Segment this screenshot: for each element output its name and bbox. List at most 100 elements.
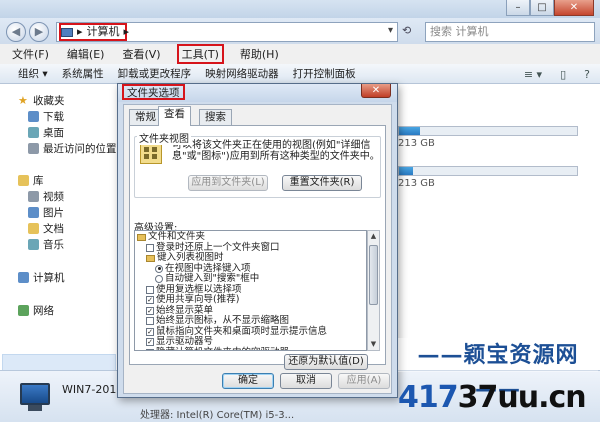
preview-pane-icon[interactable]: ▯ xyxy=(560,68,566,81)
map-network-drive-button[interactable]: 映射网络驱动器 xyxy=(205,66,279,81)
advanced-setting-row[interactable]: 自动键入到"搜索"框中 xyxy=(155,273,259,285)
desktop-icon xyxy=(28,126,39,138)
nav-pictures[interactable]: 图片 xyxy=(28,204,64,220)
checkbox[interactable] xyxy=(146,317,154,326)
address-dropdown-icon[interactable]: ▾ xyxy=(388,25,393,36)
scroll-thumb[interactable] xyxy=(369,245,378,305)
maximize-button[interactable]: □ xyxy=(530,0,554,16)
scroll-up-icon[interactable]: ▲ xyxy=(368,231,379,242)
checkbox[interactable] xyxy=(146,243,154,252)
breadcrumb-computer[interactable]: 计算机 xyxy=(87,25,120,39)
nav-music[interactable]: 音乐 xyxy=(28,236,64,252)
checkbox[interactable]: ✓ xyxy=(146,338,154,347)
nav-downloads[interactable]: 下载 xyxy=(28,108,64,124)
nav-desktop-label: 桌面 xyxy=(43,126,64,139)
minimize-button[interactable]: – xyxy=(506,0,530,16)
advanced-setting-row[interactable]: ✓ 显示驱动器号 xyxy=(146,336,214,348)
radio-button[interactable] xyxy=(155,275,163,284)
dialog-close-button[interactable]: ✕ xyxy=(361,84,391,98)
nav-favorites[interactable]: ★ 收藏夹 xyxy=(18,92,65,108)
folder-views-description: 可以将该文件夹正在使用的视图(例如"详细信息"或"图标")应用到所有这种类型的文… xyxy=(172,140,380,162)
library-icon xyxy=(18,174,29,186)
nav-recent-places[interactable]: 最近访问的位置 xyxy=(28,140,117,156)
nav-documents[interactable]: 文档 xyxy=(28,220,64,236)
restore-defaults-button[interactable]: 还原为默认值(D) xyxy=(284,354,368,370)
menu-file[interactable]: 文件(F) xyxy=(10,45,51,63)
checkbox[interactable]: ✓ xyxy=(146,327,154,336)
close-button[interactable]: ✕ xyxy=(554,0,594,16)
advanced-setting-row[interactable]: ✓ 使用共享向导(推荐) xyxy=(146,294,240,306)
organize-button[interactable]: 组织 ▾ xyxy=(18,66,48,81)
menu-tools[interactable]: 工具(T) xyxy=(176,44,224,64)
help-icon[interactable]: ? xyxy=(584,68,590,81)
advanced-setting-row[interactable]: 始终显示图标，从不显示缩略图 xyxy=(146,315,289,327)
folder-icon xyxy=(146,254,155,262)
nav-desktop[interactable]: 桌面 xyxy=(28,124,64,140)
watermark-url-part2: 37uu.cn xyxy=(457,380,587,415)
dialog-body: 常规 查看 搜索 文件夹视图 可以将该文件夹正在使用的视图(例如"详细信息"或"… xyxy=(123,104,392,394)
download-folder-icon xyxy=(28,110,39,122)
search-input[interactable]: 搜索 计算机 xyxy=(425,22,595,42)
advanced-setting-label: 使用共享向导(推荐) xyxy=(156,294,240,305)
checkbox[interactable]: ✓ xyxy=(146,306,154,315)
menu-help[interactable]: 帮助(H) xyxy=(238,45,281,63)
computer-icon xyxy=(18,271,29,283)
folder-options-dialog: 文件夹选项 ✕ 常规 查看 搜索 文件夹视图 可以将该文件夹正在使用的视图(例如… xyxy=(117,83,398,398)
breadcrumb-trailing-arrow-icon[interactable]: ▸ xyxy=(124,25,130,39)
nav-computer[interactable]: 计算机 xyxy=(18,269,65,285)
menu-edit[interactable]: 编辑(E) xyxy=(65,45,107,63)
recent-places-icon xyxy=(28,142,39,154)
drive-usage-bar-1 xyxy=(398,126,578,136)
drive-usage-bar-2 xyxy=(398,166,578,176)
advanced-settings-scrollbar[interactable]: ▲ ▼ xyxy=(367,230,380,351)
radio-button[interactable] xyxy=(155,264,163,273)
nav-computer-label: 计算机 xyxy=(33,271,65,284)
system-properties-button[interactable]: 系统属性 xyxy=(62,66,104,81)
picture-icon xyxy=(28,206,39,218)
ok-button[interactable]: 确定 xyxy=(222,373,274,389)
drive-size-1: 213 GB xyxy=(398,138,435,149)
change-view-icon[interactable]: ≡ ▾ xyxy=(524,68,542,81)
folder-icon xyxy=(137,233,146,241)
advanced-setting-label: 显示驱动器号 xyxy=(156,336,214,347)
nav-libraries[interactable]: 库 xyxy=(18,172,44,188)
nav-network-label: 网络 xyxy=(33,304,54,317)
apply-to-folders-button[interactable]: 应用到文件夹(L) xyxy=(188,175,268,191)
checkbox[interactable]: ✓ xyxy=(146,348,154,350)
checkbox[interactable]: ✓ xyxy=(146,296,154,305)
navigation-pane: ★ 收藏夹 下载 桌面 最近访问的位置 库 视频 图片 文档 音乐 计算机 网络 xyxy=(0,84,118,372)
nav-network[interactable]: 网络 xyxy=(18,302,54,318)
forward-arrow-icon[interactable]: ▶ xyxy=(29,22,49,42)
advanced-setting-row[interactable]: 文件和文件夹 xyxy=(137,231,206,243)
scroll-down-icon[interactable]: ▼ xyxy=(368,339,379,350)
address-input[interactable]: ▸ 计算机 ▸ ▾ xyxy=(56,22,398,42)
document-icon xyxy=(28,222,39,234)
video-icon xyxy=(28,190,39,202)
nav-downloads-label: 下载 xyxy=(43,110,64,123)
window-controls: – □ ✕ xyxy=(506,0,594,16)
nav-videos[interactable]: 视频 xyxy=(28,188,64,204)
back-arrow-icon[interactable]: ◀ xyxy=(6,22,26,42)
nav-pictures-label: 图片 xyxy=(43,206,64,219)
network-icon xyxy=(18,304,29,316)
open-control-panel-button[interactable]: 打开控制面板 xyxy=(293,66,356,81)
uninstall-program-button[interactable]: 卸载或更改程序 xyxy=(118,66,192,81)
nav-favorites-label: 收藏夹 xyxy=(33,94,65,107)
apply-button[interactable]: 应用(A) xyxy=(338,373,390,389)
nav-videos-label: 视频 xyxy=(43,190,64,203)
nav-music-label: 音乐 xyxy=(43,238,64,251)
cancel-button[interactable]: 取消 xyxy=(280,373,332,389)
advanced-setting-row[interactable]: 键入列表视图时 xyxy=(146,252,224,264)
dialog-title: 文件夹选项 xyxy=(122,84,185,100)
reset-folders-button[interactable]: 重置文件夹(R) xyxy=(282,175,362,191)
refresh-icon[interactable]: ⟲ xyxy=(402,24,411,37)
advanced-setting-row[interactable]: ✓隐藏计算机文件夹中的空驱动器 xyxy=(146,347,289,350)
tab-view[interactable]: 查看 xyxy=(158,106,191,126)
tab-search[interactable]: 搜索 xyxy=(199,109,232,125)
menu-view[interactable]: 查看(V) xyxy=(120,45,162,63)
nav-recent-label: 最近访问的位置 xyxy=(43,142,117,155)
advanced-setting-label: 文件和文件夹 xyxy=(148,231,206,242)
breadcrumb-arrow-icon[interactable]: ▸ xyxy=(77,25,83,39)
advanced-settings-list[interactable]: 文件和文件夹 登录时还原上一个文件夹窗口 键入列表视图时 在视图中选择键入项 自动键入到… xyxy=(134,230,367,351)
checkbox[interactable] xyxy=(146,285,154,294)
